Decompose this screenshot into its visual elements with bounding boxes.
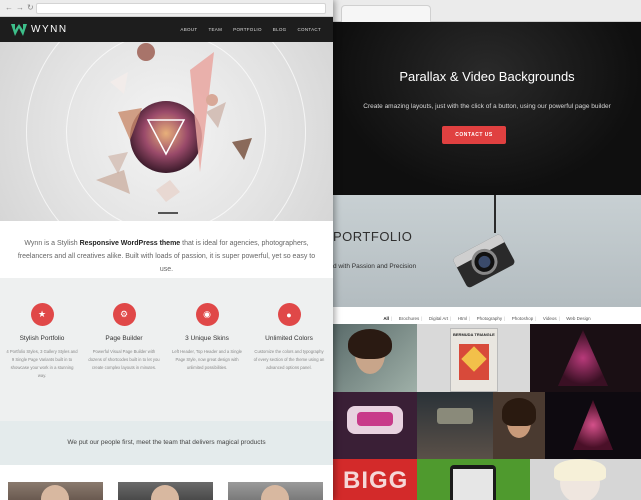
portfolio-subtitle: d with Passion and Precision (333, 263, 417, 270)
forward-arrow-icon[interactable]: → (16, 3, 24, 12)
team-member-photo[interactable] (118, 482, 213, 500)
portfolio-tile[interactable]: BERMUDA TRIANGLE (417, 324, 530, 392)
feature-description: Customize the colors and typography of e… (253, 349, 325, 370)
team-intro-band: We put our people first, meet the team t… (0, 421, 333, 465)
portfolio-filter-bar: All | Brochures | Digital Art | Html | Photo… (333, 307, 641, 324)
address-bar[interactable] (36, 3, 326, 14)
reload-icon[interactable]: ↻ (27, 3, 34, 12)
wynn-logo-icon[interactable] (11, 24, 27, 36)
browser-nav-controls: ← → ↻ (5, 3, 37, 12)
back-browser-chrome (333, 0, 641, 22)
hero-section (0, 42, 333, 221)
intro-highlight: Responsive WordPress theme (79, 240, 181, 247)
bermuda-triangle-label: BERMUDA TRIANGLE (453, 332, 495, 337)
front-browser-chrome: ← → ↻ (0, 0, 333, 17)
team-member-photo[interactable] (8, 482, 103, 500)
feature-unlimited-colors: ● Unlimited Colors Customize the colors … (249, 303, 329, 372)
contact-us-button[interactable]: CONTACT US (442, 126, 506, 144)
logo-text[interactable]: WYNN (31, 24, 68, 35)
portfolio-tile[interactable] (530, 459, 641, 500)
nav-contact[interactable]: CONTACT (297, 27, 321, 32)
camera-image (442, 219, 526, 303)
drop-icon: ● (277, 303, 301, 326)
portfolio-tile[interactable] (493, 392, 545, 459)
hero-artwork (96, 43, 252, 214)
feature-title: 3 Unique Skins (185, 335, 229, 342)
feature-description: Powerful Visual Page Builder with dozens… (88, 349, 160, 370)
feature-title: Page Builder (105, 335, 143, 342)
bigg-label: BIGG (343, 467, 409, 494)
portfolio-banner: PORTFOLIO d with Passion and Precision (333, 195, 641, 307)
team-members-row (0, 465, 333, 500)
front-browser-window: ← → ↻ WYNN ABOUT TEAM PORTFOLIO BLOG CONTA… (0, 0, 333, 500)
nav-about[interactable]: ABOUT (180, 27, 197, 32)
nav-blog[interactable]: BLOG (273, 27, 287, 32)
team-member-photo[interactable] (228, 482, 323, 500)
feature-description: 4 Portfolio Styles, 3 Gallery Styles and… (6, 349, 78, 378)
portfolio-tile[interactable] (530, 324, 641, 392)
portfolio-tile[interactable] (333, 324, 417, 392)
intro-text: Wynn is a Stylish Responsive WordPress t… (17, 240, 316, 273)
portfolio-tile[interactable]: BIGG (333, 459, 417, 500)
portfolio-grid: BERMUDA TRIANGLE BIGG (333, 324, 641, 500)
back-browser-window: Parallax & Video Backgrounds Create amaz… (333, 0, 641, 500)
parallax-hero-section: Parallax & Video Backgrounds Create amaz… (333, 22, 641, 195)
eye-icon: ◉ (195, 303, 219, 326)
portfolio-tile[interactable] (545, 392, 641, 459)
back-arrow-icon[interactable]: ← (5, 3, 13, 12)
team-intro-text: We put our people first, meet the team t… (67, 439, 266, 446)
features-section: ★ Stylish Portfolio 4 Portfolio Styles, … (0, 278, 333, 421)
feature-description: Left Header, Top Header and a Single Pag… (172, 349, 242, 370)
feature-title: Unlimited Colors (265, 335, 313, 342)
parallax-subtitle: Create amazing layouts, just with the cl… (363, 103, 611, 110)
nav-portfolio[interactable]: PORTFOLIO (233, 27, 262, 32)
screenshot-stage: Parallax & Video Backgrounds Create amaz… (0, 0, 641, 500)
parallax-title: Parallax & Video Backgrounds (399, 69, 575, 84)
portfolio-tile[interactable] (417, 459, 530, 500)
site-nav: ABOUT TEAM PORTFOLIO BLOG CONTACT (180, 17, 321, 42)
feature-title: Stylish Portfolio (19, 335, 65, 342)
site-header: WYNN ABOUT TEAM PORTFOLIO BLOG CONTACT (0, 17, 333, 42)
intro-section: Wynn is a Stylish Responsive WordPress t… (0, 221, 333, 278)
star-icon: ★ (30, 303, 54, 326)
feature-page-builder: ⚙ Page Builder Powerful Visual Page Buil… (84, 303, 164, 372)
portfolio-tile[interactable] (333, 392, 417, 459)
feature-unique-skins: ◉ 3 Unique Skins Left Header, Top Header… (167, 303, 247, 372)
gear-icon: ⚙ (112, 303, 136, 326)
portfolio-tile[interactable] (417, 392, 493, 459)
back-browser-tab[interactable] (341, 5, 431, 22)
nav-team[interactable]: TEAM (208, 27, 222, 32)
portfolio-title: PORTFOLIO (333, 229, 413, 244)
feature-stylish-portfolio: ★ Stylish Portfolio 4 Portfolio Styles, … (2, 303, 82, 380)
